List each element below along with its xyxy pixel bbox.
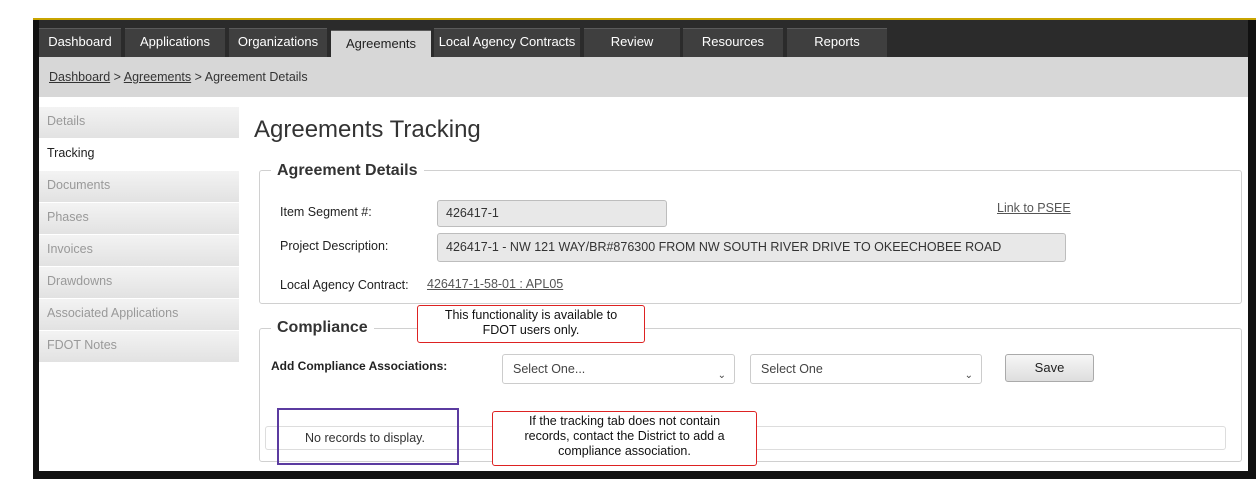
chevron-down-icon: ⌄ — [964, 370, 973, 381]
breadcrumb-separator: > — [194, 70, 202, 84]
tab-review[interactable]: Review — [584, 28, 680, 58]
local-agency-contract-link[interactable]: 426417-1-58-01 : APL05 — [427, 277, 563, 291]
sidebar-item-documents[interactable]: Documents — [39, 171, 239, 203]
breadcrumb-dashboard-link[interactable]: Dashboard — [49, 70, 110, 84]
app-window: Dashboard Applications Organizations Agr… — [39, 20, 1248, 471]
compliance-select-1-value: Select One... — [513, 362, 586, 376]
item-segment-label: Item Segment #: — [280, 205, 372, 219]
callout-line: compliance association. — [558, 444, 691, 458]
sidebar-item-invoices[interactable]: Invoices — [39, 235, 239, 267]
tab-agreements[interactable]: Agreements — [331, 30, 431, 58]
agreement-details-legend: Agreement Details — [271, 162, 424, 180]
add-compliance-label: Add Compliance Associations: — [271, 359, 448, 373]
tracking-records-callout: If the tracking tab does not contain rec… — [492, 411, 757, 466]
sidebar-item-details[interactable]: Details — [39, 107, 239, 139]
top-navigation: Dashboard Applications Organizations Agr… — [39, 20, 1248, 58]
sidebar: Details Tracking Documents Phases Invoic… — [39, 107, 239, 363]
page-title: Agreements Tracking — [254, 116, 481, 143]
compliance-select-2[interactable]: Select One ⌄ — [750, 354, 982, 384]
tab-organizations[interactable]: Organizations — [229, 28, 327, 58]
callout-line: FDOT users only. — [482, 323, 580, 337]
item-segment-field: 426417-1 — [437, 200, 667, 227]
sidebar-item-drawdowns[interactable]: Drawdowns — [39, 267, 239, 299]
sidebar-item-fdot-notes[interactable]: FDOT Notes — [39, 331, 239, 363]
chevron-down-icon: ⌄ — [717, 370, 726, 381]
local-agency-contract-label: Local Agency Contract: — [280, 278, 409, 292]
breadcrumb-current: Agreement Details — [204, 70, 308, 84]
save-button[interactable]: Save — [1005, 354, 1094, 382]
breadcrumb-separator: > — [113, 70, 121, 84]
breadcrumb-agreements-link[interactable]: Agreements — [124, 70, 191, 84]
highlight-box — [277, 408, 459, 465]
tab-dashboard[interactable]: Dashboard — [39, 28, 121, 58]
breadcrumb: Dashboard > Agreements > Agreement Detai… — [49, 70, 308, 84]
compliance-legend: Compliance — [271, 319, 374, 337]
sidebar-item-phases[interactable]: Phases — [39, 203, 239, 235]
callout-line: This functionality is available to — [444, 308, 618, 322]
tab-applications[interactable]: Applications — [125, 28, 225, 58]
page-top-margin — [0, 0, 1256, 18]
tab-resources[interactable]: Resources — [683, 28, 783, 58]
link-to-psee[interactable]: Link to PSEE — [997, 201, 1071, 215]
tab-reports[interactable]: Reports — [787, 28, 887, 58]
project-description-field: 426417-1 - NW 121 WAY/BR#876300 FROM NW … — [437, 233, 1066, 262]
tab-local-agency-contracts[interactable]: Local Agency Contracts — [434, 28, 580, 58]
sidebar-item-tracking[interactable]: Tracking — [39, 139, 239, 171]
breadcrumb-bar: Dashboard > Agreements > Agreement Detai… — [39, 57, 1248, 97]
compliance-select-2-value: Select One — [761, 362, 823, 376]
callout-line: If the tracking tab does not contain — [528, 414, 721, 428]
fdot-only-callout: This functionality is available to FDOT … — [417, 305, 645, 343]
sidebar-item-associated-applications[interactable]: Associated Applications — [39, 299, 239, 331]
compliance-select-1[interactable]: Select One... ⌄ — [502, 354, 735, 384]
callout-line: records, contact the District to add a — [524, 429, 725, 443]
project-description-label: Project Description: — [280, 239, 389, 253]
